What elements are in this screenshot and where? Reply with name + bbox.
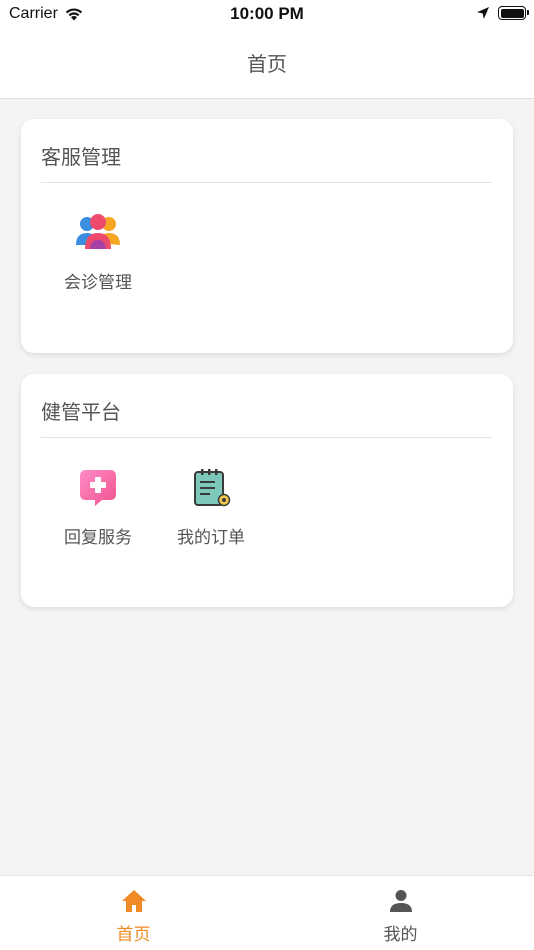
tab-home[interactable]: 首页 bbox=[0, 876, 267, 950]
item-label: 回复服务 bbox=[64, 528, 132, 548]
battery-icon bbox=[498, 6, 529, 20]
home-icon bbox=[121, 890, 146, 912]
tab-label: 我的 bbox=[383, 925, 418, 945]
medical-chat-icon bbox=[76, 466, 120, 510]
status-time: 10:00 PM bbox=[230, 4, 304, 23]
section-title: 健管平台 bbox=[41, 400, 121, 424]
section-card-customer-service: 客服管理 会诊管理 bbox=[21, 119, 513, 353]
item-label: 我的订单 bbox=[177, 528, 245, 548]
location-arrow-icon bbox=[477, 7, 489, 19]
item-label: 会诊管理 bbox=[64, 273, 132, 293]
page-title: 首页 bbox=[247, 51, 287, 76]
person-icon bbox=[389, 890, 412, 912]
my-orders-item[interactable]: 我的订单 bbox=[155, 466, 267, 548]
nav-bar: 首页 bbox=[0, 28, 534, 99]
section-title: 客服管理 bbox=[41, 145, 121, 169]
section-card-health-platform: 健管平台 回复服务 我的订单 bbox=[21, 374, 513, 607]
section-divider bbox=[41, 182, 492, 183]
battery-fill bbox=[500, 8, 524, 18]
tab-mine[interactable]: 我的 bbox=[267, 876, 534, 950]
consultation-management-item[interactable]: 会诊管理 bbox=[42, 211, 154, 293]
status-right bbox=[476, 6, 529, 20]
people-group-icon bbox=[76, 211, 120, 255]
reply-service-item[interactable]: 回复服务 bbox=[42, 466, 154, 548]
tab-label: 首页 bbox=[116, 925, 151, 945]
tab-bar: 首页 我的 bbox=[0, 875, 534, 950]
section-divider bbox=[41, 437, 492, 438]
status-bar: Carrier 10:00 PM bbox=[0, 0, 534, 28]
notepad-icon bbox=[189, 466, 233, 510]
